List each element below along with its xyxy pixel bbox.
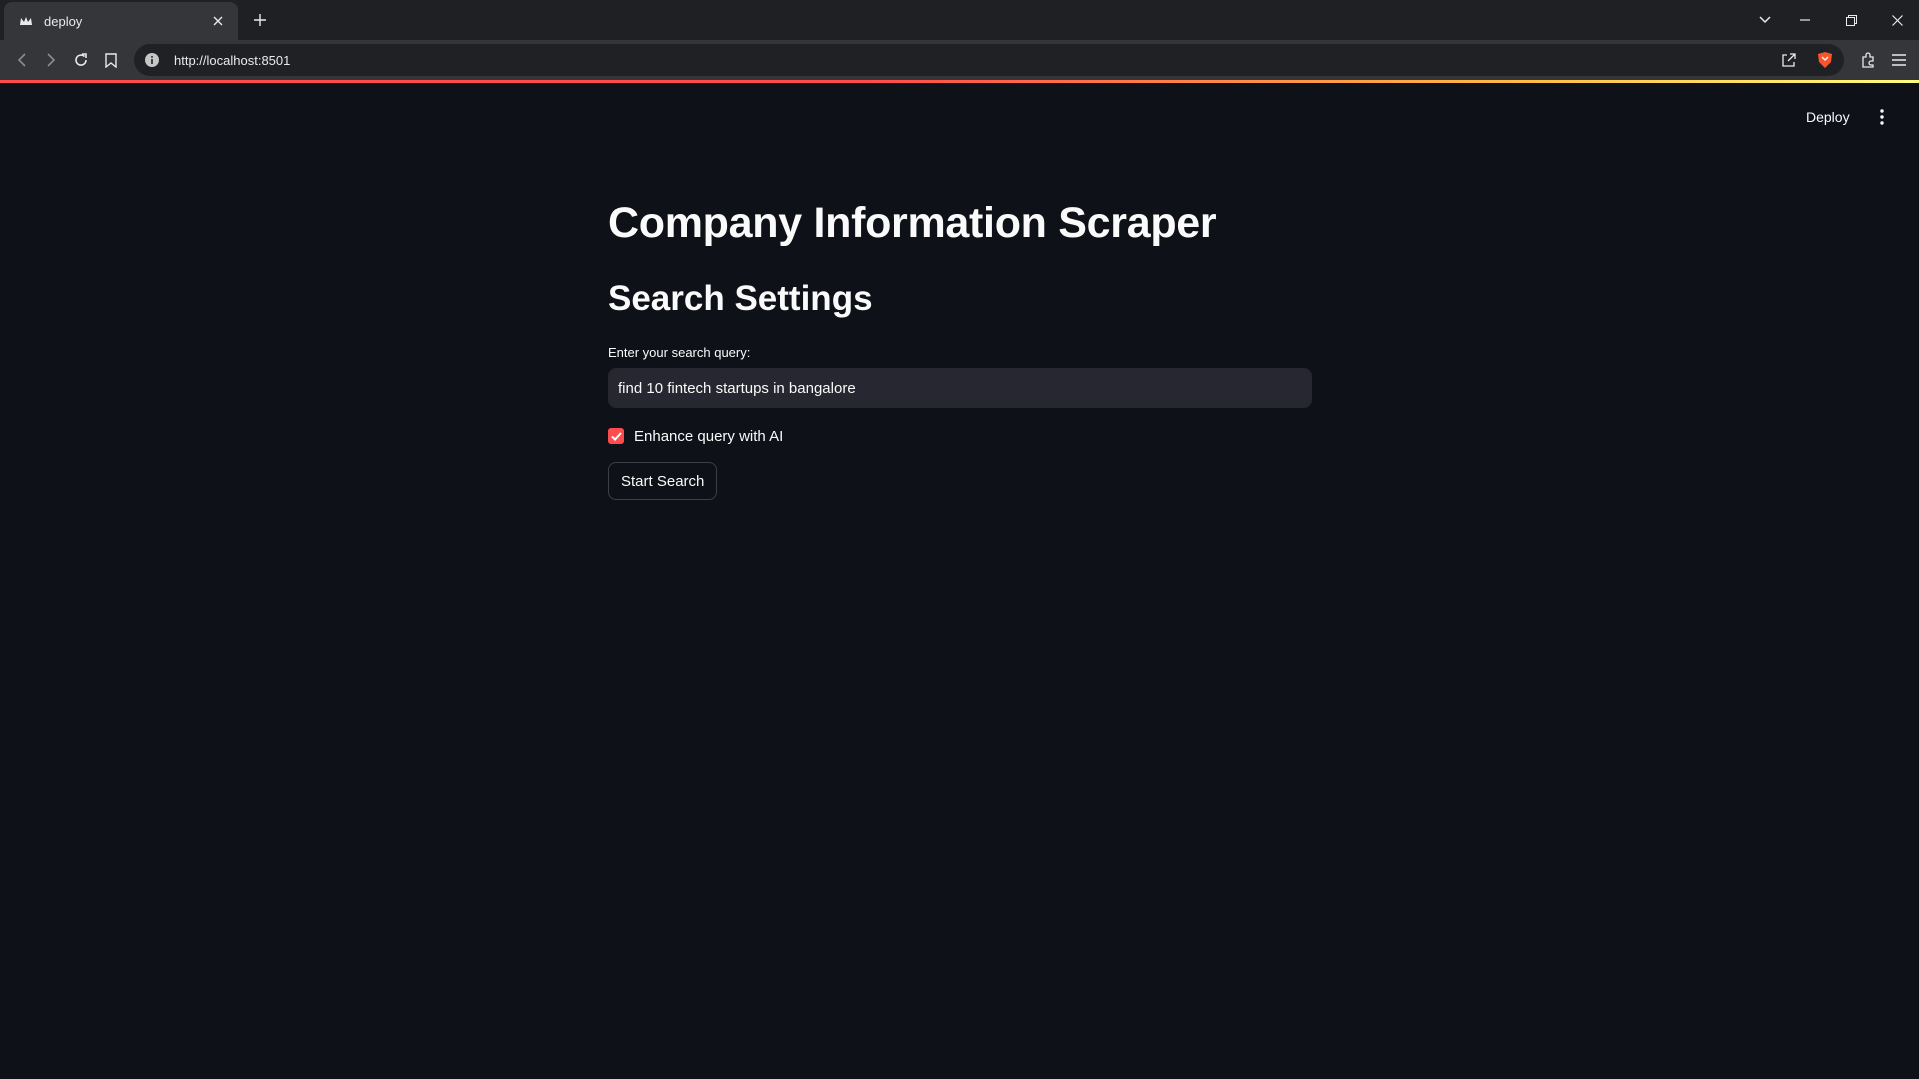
kebab-menu-icon[interactable] [1870, 103, 1894, 131]
extensions-icon[interactable] [1856, 48, 1880, 72]
tab-close-icon[interactable] [208, 11, 228, 31]
section-subheader: Search Settings [608, 279, 873, 318]
main-content: Company Information Scraper Search Setti… [608, 190, 1312, 500]
tab-title: deploy [44, 13, 83, 29]
deploy-button[interactable]: Deploy [1800, 101, 1856, 133]
start-search-button[interactable]: Start Search [608, 462, 718, 500]
share-icon[interactable] [1777, 48, 1801, 72]
tab-search-icon[interactable] [1749, 6, 1781, 34]
app-header: Deploy [0, 83, 1919, 153]
new-tab-icon[interactable] [248, 8, 272, 32]
info-icon[interactable] [144, 52, 160, 68]
enhance-query-checkbox-row[interactable]: Enhance query with AI [608, 424, 1312, 448]
url-text: http://localhost:8501 [174, 52, 291, 68]
brave-shield-icon[interactable] [1813, 48, 1837, 72]
browser-toolbar: http://localhost:8501 [0, 40, 1919, 80]
enhance-query-label: Enhance query with AI [634, 427, 784, 445]
address-bar[interactable]: http://localhost:8501 [134, 44, 1844, 76]
minimize-icon[interactable] [1789, 6, 1821, 34]
menu-icon[interactable] [1887, 48, 1911, 72]
search-query-input[interactable]: find 10 fintech startups in bangalore [608, 368, 1312, 408]
browser-titlebar: deploy [0, 0, 1919, 40]
browser-tab[interactable]: deploy [4, 2, 238, 40]
bookmark-icon[interactable] [99, 48, 123, 72]
reload-icon[interactable] [69, 48, 93, 72]
forward-icon[interactable] [39, 48, 63, 72]
streamlit-crown-icon [18, 13, 34, 29]
restore-icon[interactable] [1835, 6, 1867, 34]
back-icon[interactable] [10, 48, 34, 72]
search-query-label: Enter your search query: [608, 345, 751, 360]
page-title: Company Information Scraper [608, 199, 1217, 247]
close-icon[interactable] [1881, 6, 1913, 34]
enhance-query-checkbox[interactable] [608, 428, 624, 444]
